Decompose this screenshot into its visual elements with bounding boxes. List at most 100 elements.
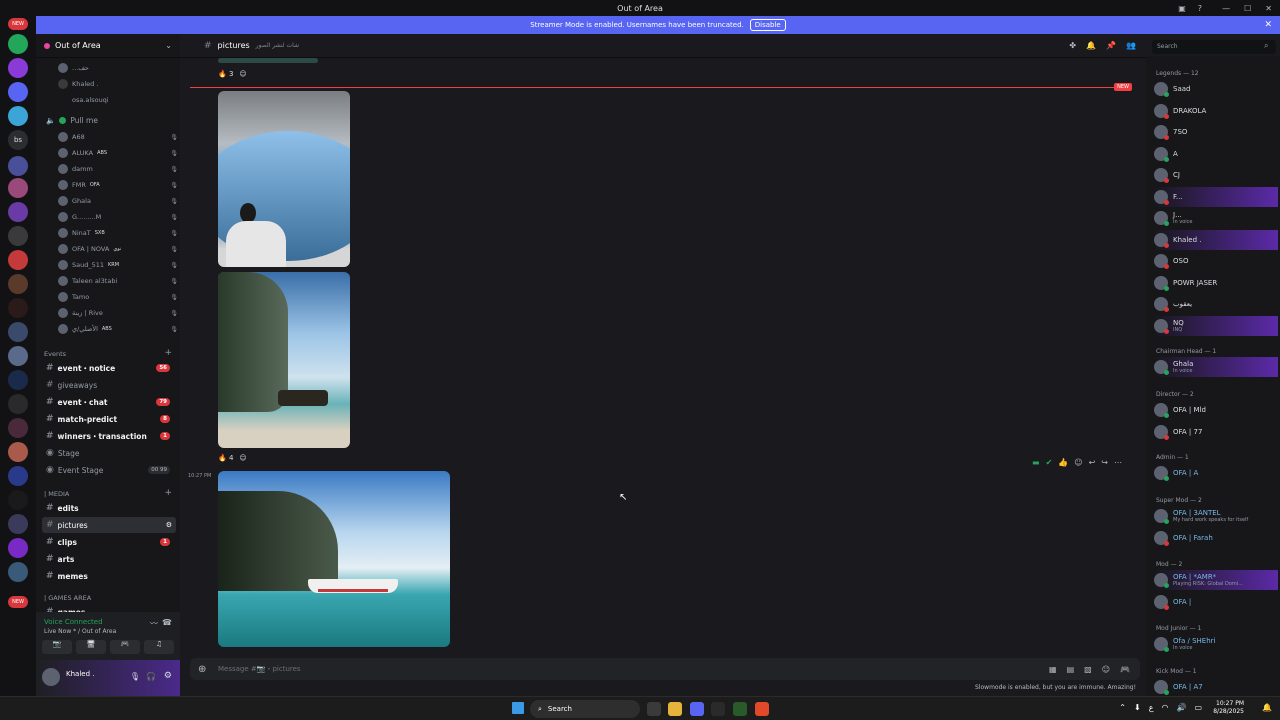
server-icon[interactable] xyxy=(8,514,28,534)
server-icon[interactable] xyxy=(8,442,28,462)
channel-pictures[interactable]: # pictures ⚙ xyxy=(42,517,176,533)
server-icon[interactable] xyxy=(8,562,28,582)
brave-browser-icon[interactable] xyxy=(755,702,769,716)
member-item[interactable]: OFA | xyxy=(1154,592,1278,612)
discord-taskbar-icon[interactable] xyxy=(690,702,704,716)
member-item[interactable]: Saad xyxy=(1154,79,1278,99)
voice-user-name[interactable]: osa.alsouqi xyxy=(72,96,109,104)
member-item[interactable]: OFA | A xyxy=(1154,463,1278,483)
channel-memes[interactable]: # memes xyxy=(42,568,176,584)
channel-event-notice[interactable]: # event・notice 56 xyxy=(42,360,176,376)
member-item[interactable]: OFA | 77 xyxy=(1154,422,1278,442)
member-item[interactable]: OSO xyxy=(1154,251,1278,271)
voice-user[interactable]: NinaT SXB 🎙 xyxy=(58,226,178,240)
member-item[interactable]: F... xyxy=(1154,186,1278,207)
member-item[interactable]: OFA | A7 xyxy=(1154,677,1278,697)
app-icon[interactable] xyxy=(733,702,747,716)
member-item[interactable]: Ofa / SHEhri In voice xyxy=(1154,634,1278,654)
server-icon[interactable] xyxy=(8,106,28,126)
voice-user[interactable]: G.........M 🎙 xyxy=(58,210,178,224)
close-icon[interactable]: ✕ xyxy=(1265,4,1272,13)
add-reaction-icon[interactable]: ☺ xyxy=(1074,458,1082,467)
channel-topic[interactable]: شات لنشر الصور xyxy=(256,42,299,49)
thumbs-up-icon[interactable]: 👍 xyxy=(1058,458,1068,467)
channel-stage[interactable]: ◉ Stage xyxy=(42,445,176,461)
search-input[interactable]: Search xyxy=(1152,40,1276,54)
check-reaction-icon[interactable]: ✔ xyxy=(1046,458,1053,467)
voice-user[interactable]: OFA | NOVA نوي 🎙 xyxy=(58,242,178,256)
banner-close-icon[interactable]: ✕ xyxy=(1264,20,1272,30)
pin-icon[interactable]: 📌 xyxy=(1106,41,1116,50)
member-item[interactable]: Khaled . xyxy=(1154,229,1278,250)
member-item[interactable]: A xyxy=(1154,144,1278,164)
minimize-icon[interactable]: — xyxy=(1222,4,1230,13)
voice-connected-sub[interactable]: Live Now * / Out of Area xyxy=(44,628,116,635)
avatar[interactable] xyxy=(42,668,60,686)
server-icon[interactable] xyxy=(8,418,28,438)
server-icon[interactable] xyxy=(8,322,28,342)
server-icon[interactable] xyxy=(8,370,28,390)
task-view-icon[interactable] xyxy=(647,702,661,716)
gear-icon[interactable]: ⚙ xyxy=(164,671,172,681)
channel-match-predict[interactable]: # match-predict 8 xyxy=(42,411,176,427)
server-icon[interactable] xyxy=(8,298,28,318)
server-icon[interactable] xyxy=(8,58,28,78)
guild-header[interactable]: Out of Area ⌄ xyxy=(36,34,180,58)
server-icon[interactable] xyxy=(8,538,28,558)
channel-winners-transaction[interactable]: # winners・transaction 1 xyxy=(42,428,176,444)
windows-start-icon[interactable] xyxy=(512,702,524,714)
server-icon[interactable] xyxy=(8,82,28,102)
noise-suppression-icon[interactable]: 〰 xyxy=(150,618,158,629)
channel-event-chat[interactable]: # event・chat 79 xyxy=(42,394,176,410)
emoji-icon[interactable]: ☺ xyxy=(1102,665,1110,674)
channel-giveaways[interactable]: # giveaways xyxy=(42,377,176,393)
message-image-cliff-beach[interactable] xyxy=(218,272,350,448)
more-icon[interactable]: ⋯ xyxy=(1114,458,1122,467)
message-image-speedboats[interactable] xyxy=(218,471,450,647)
gif-icon[interactable]: ▤ xyxy=(1067,665,1075,674)
voice-user-name[interactable]: Khaled . xyxy=(72,80,98,88)
headphones-icon[interactable]: 🎧 xyxy=(146,672,156,681)
add-channel-icon[interactable]: + xyxy=(164,348,172,358)
bs-server-icon[interactable]: bs xyxy=(8,130,28,150)
file-explorer-icon[interactable] xyxy=(668,702,682,716)
member-item[interactable]: OFA | *AMR* Playing RISK: Global Domi... xyxy=(1154,570,1278,590)
voice-user[interactable]: ALUKA ABS 🎙 xyxy=(58,146,178,160)
member-item[interactable]: NQ INQ xyxy=(1154,315,1278,336)
voice-user[interactable]: زينة | Rive 🎙 xyxy=(58,306,178,320)
member-item[interactable]: OFA | 3ANTEL My hard work speaks for itse… xyxy=(1154,506,1278,526)
add-reaction-icon[interactable]: ☺ xyxy=(239,454,246,462)
voice-user[interactable]: damm 🎙 xyxy=(58,162,178,176)
voice-user[interactable]: Saud_511 KRM 🎙 xyxy=(58,258,178,272)
help-icon[interactable]: ? xyxy=(1198,4,1202,13)
channel-clips[interactable]: # clips 1 xyxy=(42,534,176,550)
soundboard-button[interactable]: ♫ xyxy=(144,640,174,654)
inbox-icon[interactable]: ▣ xyxy=(1178,4,1186,13)
screen-share-button[interactable]: 🖥 xyxy=(76,640,106,654)
channel-event-stage[interactable]: ◉ Event Stage 00 99 xyxy=(42,462,176,478)
server-icon[interactable] xyxy=(8,178,28,198)
category-games[interactable]: | GAMES AREA xyxy=(44,594,91,602)
server-icon[interactable] xyxy=(8,274,28,294)
server-icon[interactable] xyxy=(8,250,28,270)
members-icon[interactable]: 👥 xyxy=(1126,41,1136,50)
voice-user[interactable]: FMR OFA 🎙 xyxy=(58,178,178,192)
channel-edits[interactable]: # edits xyxy=(42,500,176,516)
fire-reaction[interactable]: 🔥 4 xyxy=(218,454,233,462)
channel-settings-icon[interactable]: ⚙ xyxy=(166,521,172,529)
voice-user[interactable]: الأصلي/ي ABS 🎙 xyxy=(58,322,178,336)
member-item[interactable]: يعقوب xyxy=(1154,294,1278,314)
wifi-icon[interactable]: ◠ xyxy=(1161,703,1168,712)
notification-icon[interactable]: 🔔 xyxy=(1262,703,1272,712)
taskbar-clock[interactable]: 10:27 PM 8/28/2025 xyxy=(1213,700,1244,716)
apps-icon[interactable]: 🎮 xyxy=(1120,665,1130,674)
member-item[interactable]: CJ xyxy=(1154,165,1278,185)
new-badge-icon[interactable]: NEW xyxy=(8,18,28,30)
voice-channel-pull-me[interactable]: 🔈 Pull me xyxy=(42,112,176,128)
member-item[interactable]: 7SO xyxy=(1154,122,1278,142)
mic-icon[interactable]: 🎙 xyxy=(130,672,140,681)
activity-button[interactable]: 🎮 xyxy=(110,640,140,654)
add-attachment-icon[interactable]: ⊕ xyxy=(198,664,206,675)
voice-user[interactable]: Taleen al3tabi 🎙 xyxy=(58,274,178,288)
threads-icon[interactable]: ✤ xyxy=(1069,41,1076,50)
